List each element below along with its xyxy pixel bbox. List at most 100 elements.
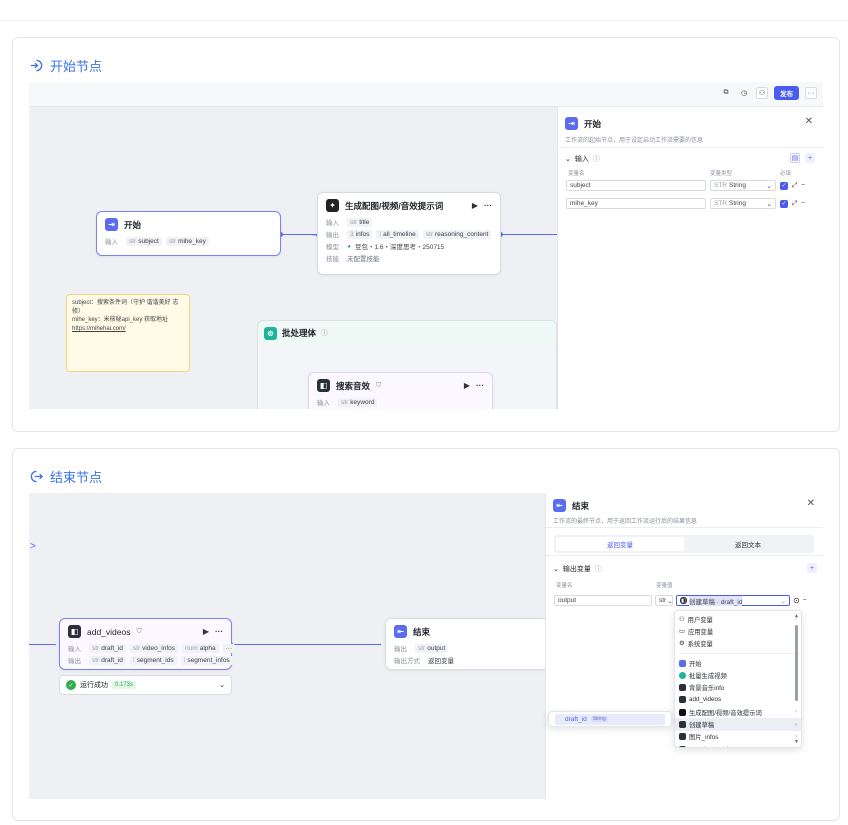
model-icon: ◕ bbox=[347, 242, 351, 250]
add-videos-output-tag: ⁞ segment_ids bbox=[129, 655, 177, 665]
start-workflow-screenshot: ⧉ ◷ ⚇ 发布 ··· → ⇥ 开始 输入 str subject str mihe… bbox=[29, 82, 823, 409]
panel-subtitle: 工作流的最终节点，用于返回工作流运行后的结果信息 bbox=[553, 519, 698, 525]
add-icon[interactable]: + bbox=[807, 563, 817, 573]
expand-icon[interactable]: ⤢ bbox=[792, 182, 797, 190]
output-variable-row: output str ⌄ ◧ 创建草稿 · draft_id ⌄ ⊙ − bbox=[554, 595, 807, 606]
menu-scrollbar[interactable] bbox=[795, 625, 798, 701]
tab-return-variable[interactable]: 返回变量 bbox=[556, 537, 684, 551]
panel-divider bbox=[558, 147, 823, 148]
panel-divider bbox=[546, 555, 823, 556]
user-icon[interactable]: ⚇ bbox=[756, 87, 768, 99]
plugin-icon: ◧ bbox=[68, 625, 81, 638]
add-icon[interactable]: + bbox=[805, 153, 815, 163]
expand-icon[interactable]: ⤢ bbox=[792, 200, 797, 208]
tab-return-text[interactable]: 返回文本 bbox=[684, 537, 812, 551]
search-sound-node[interactable]: ◧ 搜索音效 ⛉ ▶ ··· 输入 str keyword bbox=[308, 372, 493, 409]
end-answer-value: 返回变量 bbox=[428, 658, 454, 665]
edge-arrowhead: → bbox=[375, 639, 383, 648]
add-videos-output-label: 输出 bbox=[68, 658, 81, 665]
end-node[interactable]: ⇤ 结束 输出 str output 输出方式 返回变量 bbox=[385, 618, 549, 670]
add-videos-node[interactable]: ◧ add_videos ⛉ ▶ ··· 输入 str draft_id str vide… bbox=[59, 618, 236, 670]
success-icon: ✓ bbox=[66, 680, 76, 690]
search-input-label: 输入 bbox=[317, 400, 330, 407]
start-node-title: 开始 bbox=[124, 219, 142, 230]
app-icon: ▭ bbox=[679, 627, 685, 635]
menu-item-batch[interactable]: 批量生成视频› bbox=[675, 669, 801, 681]
end-node-section: 结束节点 > → → ◧ add_videos ⛉ ▶ ··· 输入 str draft… bbox=[12, 448, 840, 821]
close-icon[interactable]: ✕ bbox=[807, 498, 815, 509]
panel-subtitle: 工作流的起始节点，用于设定启动工作流需要的信息 bbox=[565, 138, 704, 144]
end-properties-panel: ⇤ 结束 ✕ 工作流的最终节点，用于返回工作流运行后的结果信息 返回变量 返回文本… bbox=[545, 493, 823, 799]
canvas-toolbar: ⧉ ◷ ⚇ 发布 ··· bbox=[29, 82, 823, 107]
run-status-bar[interactable]: ✓ 运行成功 0.173s ⌄ bbox=[59, 675, 232, 695]
variable-type-select[interactable]: STR String ⌄ bbox=[710, 180, 776, 191]
required-checkbox[interactable]: ✓ bbox=[780, 181, 788, 190]
add-videos-output-tag: ⁞ segment_infos bbox=[180, 655, 233, 665]
variable-type-select[interactable]: STR String ⌄ bbox=[710, 198, 776, 209]
remove-icon[interactable]: − bbox=[801, 200, 805, 207]
table-icon[interactable]: ▤ bbox=[790, 153, 800, 163]
menu-item-search-sounds[interactable]: search_sounds› bbox=[675, 743, 801, 747]
start-node[interactable]: ⇥ 开始 输入 str subject str mihe_key bbox=[96, 211, 281, 256]
note-link[interactable]: https://mihehai.com/ bbox=[72, 325, 184, 334]
scroll-down-icon[interactable]: ▼ bbox=[794, 739, 799, 745]
output-type-select[interactable]: str ⌄ bbox=[655, 595, 673, 606]
output-value-select[interactable]: ◧ 创建草稿 · draft_id ⌄ bbox=[676, 595, 790, 606]
gen-prompt-node[interactable]: ✦ 生成配图/视频/音效提示词 ▶ ··· 输入 str title 输出 3 infos… bbox=[317, 192, 501, 275]
menu-item-image-infos[interactable]: 图片_infos › bbox=[675, 731, 801, 743]
variable-name-input[interactable]: subject bbox=[566, 180, 706, 191]
chevron-down-icon[interactable]: ⌄ bbox=[219, 681, 225, 689]
remove-icon[interactable]: − bbox=[803, 597, 807, 604]
note-line: mihe_key：米核秘api_key 获取地址 bbox=[72, 317, 169, 324]
menu-item-bgm[interactable]: 背景音乐info› bbox=[675, 681, 801, 693]
variable-name-input[interactable]: mihe_key bbox=[566, 198, 706, 209]
sticky-note[interactable]: subject：搜索条件词（守护 谐谐美好 志 修） mihe_key：米核秘a… bbox=[66, 294, 190, 372]
gen-input-tag: str title bbox=[347, 217, 373, 227]
edge-gen-out bbox=[501, 234, 557, 235]
more-icon[interactable]: ··· bbox=[476, 381, 484, 390]
copy-icon[interactable]: ⧉ bbox=[720, 87, 732, 99]
llm-icon bbox=[679, 708, 686, 716]
search-node-title: 搜索音效 bbox=[336, 380, 371, 391]
run-icon[interactable]: ▶ bbox=[472, 201, 478, 210]
menu-item-create-draft[interactable]: 创建草稿 › bbox=[675, 718, 801, 731]
llm-icon: ✦ bbox=[326, 199, 339, 212]
more-icon[interactable]: ··· bbox=[215, 627, 223, 636]
plugin-icon: ◧ bbox=[680, 597, 687, 604]
required-checkbox[interactable]: ✓ bbox=[780, 199, 788, 208]
history-icon[interactable]: ◷ bbox=[738, 87, 750, 99]
shield-icon: ⛉ bbox=[376, 381, 382, 389]
menu-item-gen-prompt[interactable]: 生成配图/视频/音效提示词 › bbox=[675, 706, 801, 718]
chevron-down-icon[interactable]: ⌄ bbox=[565, 155, 571, 163]
more-icon[interactable]: ··· bbox=[484, 201, 492, 210]
start-node-icon: ⇥ bbox=[105, 218, 118, 231]
run-icon[interactable]: ▶ bbox=[464, 381, 470, 390]
target-icon[interactable]: ⊙ bbox=[793, 596, 800, 605]
batch-node-title: 批处理体 bbox=[282, 328, 317, 338]
menu-item-user-vars[interactable]: ⚇ 用户变量 › bbox=[675, 613, 801, 625]
menu-item-add-videos[interactable]: add_videos› bbox=[675, 694, 801, 706]
publish-button[interactable]: 发布 bbox=[774, 86, 799, 100]
close-icon[interactable]: ✕ bbox=[805, 116, 813, 127]
gen-output-tag: str reasoning_content bbox=[422, 229, 492, 239]
output-name-input[interactable]: output bbox=[554, 595, 652, 606]
menu-item-app-vars[interactable]: ▭应用变量› bbox=[675, 625, 801, 637]
start-section-title: 开始节点 bbox=[50, 59, 103, 74]
gen-skill-value: 未配置技能 bbox=[347, 256, 380, 263]
submenu-item-draft-id[interactable]: draft_id String bbox=[555, 713, 665, 725]
more-button[interactable]: ··· bbox=[805, 87, 817, 99]
col-name-header: 变量名 bbox=[556, 583, 573, 589]
scroll-up-icon[interactable]: ▲ bbox=[794, 613, 799, 619]
run-icon[interactable]: ▶ bbox=[203, 627, 209, 636]
menu-item-start[interactable]: 开始› bbox=[675, 657, 801, 669]
remove-icon[interactable]: − bbox=[801, 182, 805, 189]
start-input-tag: str mihe_key bbox=[165, 236, 209, 246]
panel-title: 开始 bbox=[584, 118, 602, 129]
variable-row: mihe_key STR String ⌄ ✓ ⤢ − bbox=[566, 198, 805, 209]
menu-item-system-vars[interactable]: ⚙系统变量› bbox=[675, 638, 801, 650]
plugin-icon: ◧ bbox=[317, 379, 330, 392]
variable-picker-menu: ⚇用户变量› ▭应用变量› ⚙系统变量› 开始› 批量生成视频› 背景音乐inf… bbox=[674, 610, 802, 748]
batch-icon bbox=[679, 671, 686, 679]
note-line: subject：搜索条件词（守护 谐谐美好 志 bbox=[72, 300, 179, 306]
chevron-down-icon[interactable]: ⌄ bbox=[553, 565, 559, 573]
